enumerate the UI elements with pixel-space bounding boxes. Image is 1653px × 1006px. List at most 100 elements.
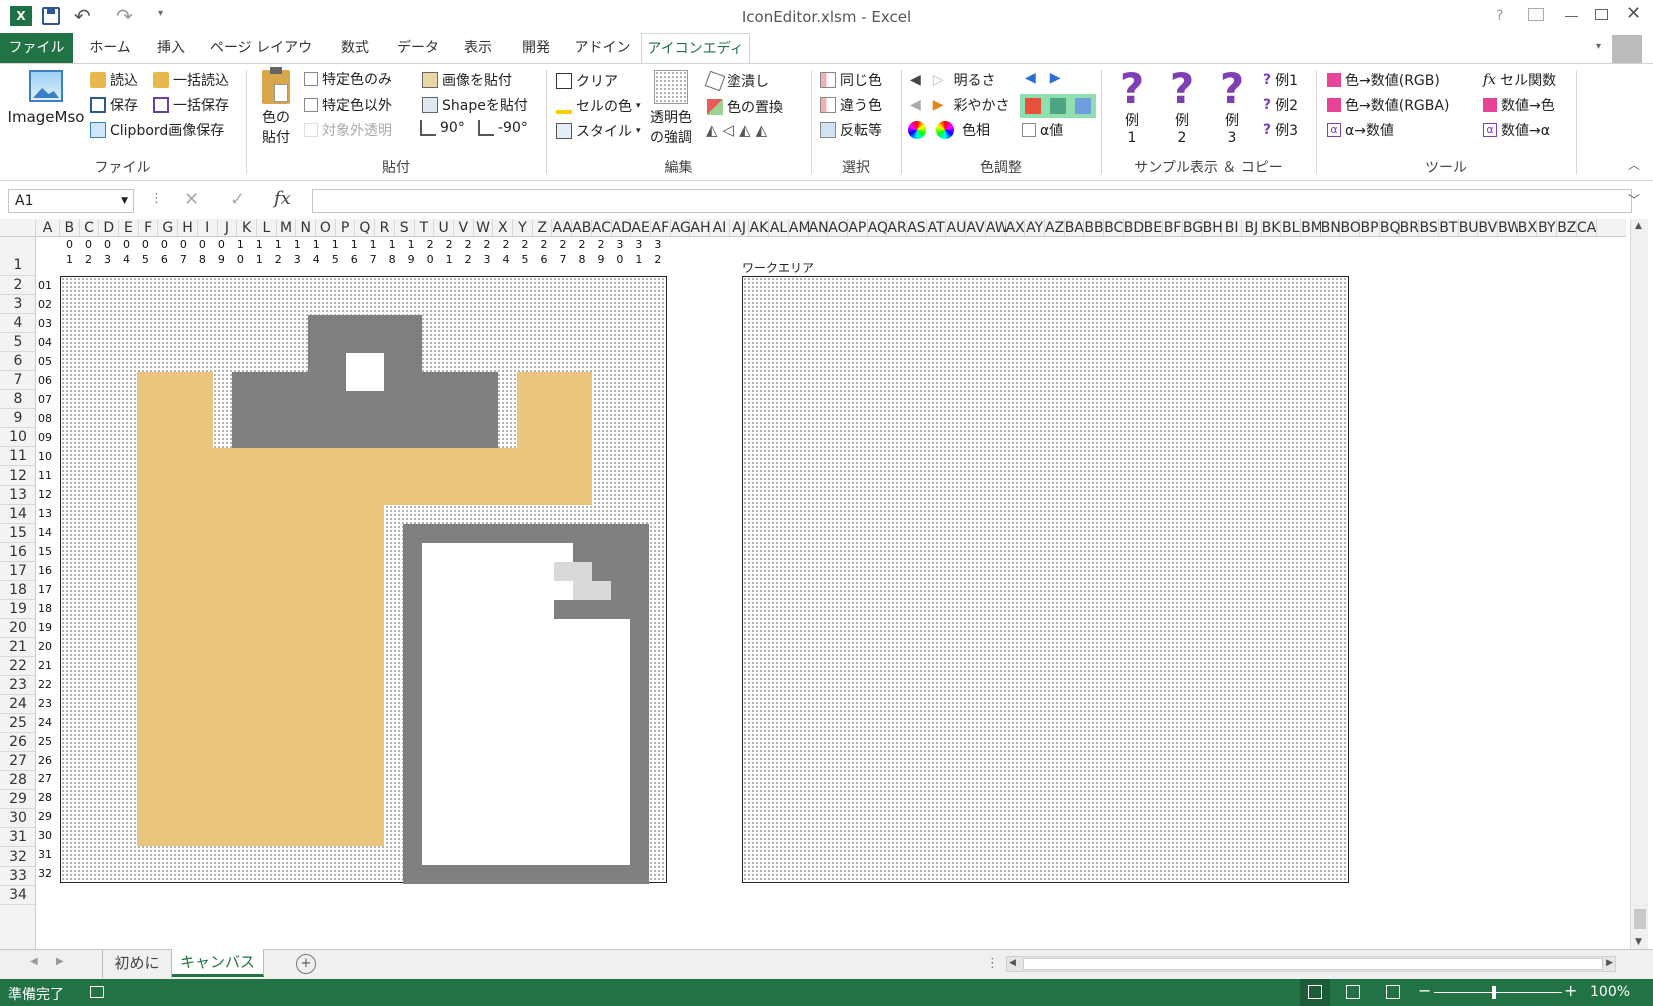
column-header[interactable]: L [257,219,277,236]
example-1-button[interactable]: ? 例1 [1263,70,1298,90]
row-header[interactable]: 29 [0,790,35,810]
column-header[interactable]: J [217,219,238,236]
column-header[interactable]: Y [513,219,533,236]
column-header[interactable]: BG [1182,219,1203,236]
row-header[interactable]: 25 [0,714,35,734]
select-same-color-button[interactable]: 同じ色 [820,70,882,90]
column-header[interactable]: Z [532,219,553,236]
column-header[interactable]: BC [1104,219,1124,236]
column-header[interactable]: BQ [1379,219,1401,236]
red-swatch[interactable] [1024,98,1041,114]
brightness-control[interactable]: ◀ ▷ 明るさ [910,70,996,90]
zoom-in-icon[interactable]: + [1564,981,1577,1000]
page-break-view-icon[interactable] [1386,985,1400,999]
column-header[interactable]: AQ [867,219,888,236]
imagemso-button[interactable]: ImageMso [6,70,86,140]
add-sheet-icon[interactable]: + [296,954,316,974]
example-2-button[interactable]: ? 例2 [1263,95,1298,115]
column-header[interactable]: AY [1025,219,1045,236]
page-layout-view-icon[interactable] [1346,985,1360,999]
column-header[interactable]: W [473,219,494,236]
tab-page-layout[interactable]: ページ レイアウト [205,33,317,86]
column-header[interactable]: AP [848,219,868,236]
column-header[interactable]: AS [907,219,927,236]
row-header[interactable]: 20 [0,618,35,638]
row-header[interactable]: 30 [0,809,35,829]
column-header[interactable]: BJ [1242,219,1262,236]
hue-control[interactable]: 色相 [908,120,990,140]
column-header[interactable]: AD [611,219,632,236]
cell-function-button[interactable]: fx セル関数 [1483,70,1556,90]
column-header[interactable]: H [178,219,198,236]
sample-1-button[interactable]: ? 例 1 [1112,68,1152,147]
flip-left-icon[interactable]: ◁ [723,121,740,139]
rgb-swatches[interactable] [1020,94,1096,118]
column-header[interactable]: BF [1163,219,1183,236]
insert-function-icon[interactable]: fx [274,188,291,209]
column-header[interactable]: BP [1360,219,1380,236]
column-header[interactable]: G [158,219,179,236]
number-to-alpha-button[interactable]: α 数値→α [1483,120,1550,140]
saturation-control[interactable]: ◀ ▶ 彩やかさ [910,95,1010,115]
column-header[interactable]: S [394,219,415,236]
color-paste-button[interactable]: 色の 貼付 [254,67,298,147]
skew-left-icon[interactable]: ◭ [756,121,773,139]
color-to-rgb-button[interactable]: 色→数値(RGB) [1327,70,1440,90]
column-header[interactable]: BH [1202,219,1223,236]
column-header[interactable]: AT [926,219,947,236]
example-3-button[interactable]: ? 例3 [1263,120,1298,140]
column-header[interactable]: AK [749,219,770,236]
column-header[interactable]: AX [1005,219,1026,236]
row-header[interactable]: 32 [0,847,35,867]
row-header[interactable]: 1 [0,237,35,276]
column-header[interactable]: BB [1084,219,1105,236]
paste-shape-button[interactable]: Shapeを貼付 [422,95,528,115]
cells-area[interactable]: 0102030405060708091011121314151617181920… [36,237,1626,949]
number-to-color-button[interactable]: 数値→色 [1483,95,1555,115]
tab-developer[interactable]: 開発 [508,33,564,63]
chevron-down-icon[interactable]: ▼ [121,190,128,212]
row-header[interactable]: 3 [0,295,35,315]
column-header[interactable]: AE [631,219,651,236]
transparent-emphasis-button[interactable]: 透明色 の強調 [646,70,696,147]
row-header[interactable]: 10 [0,428,35,448]
work-area-canvas[interactable] [742,276,1350,884]
column-header[interactable]: BY [1537,219,1558,236]
column-header[interactable]: BE [1143,219,1164,236]
column-header[interactable]: X [493,219,514,236]
sheet-scroll-left-icon[interactable]: ◀ [30,956,38,967]
row-header[interactable]: 12 [0,466,35,486]
hscroll-right-icon[interactable]: ▶ [1606,958,1613,968]
column-header[interactable]: AZ [1045,219,1065,236]
select-all-corner[interactable] [0,219,36,237]
tab-insert[interactable]: 挿入 [145,33,197,63]
row-header[interactable]: 5 [0,333,35,353]
row-header[interactable]: 19 [0,599,35,619]
column-header[interactable]: I [197,219,218,236]
column-header[interactable]: BS [1419,219,1439,236]
ribbon-display-icon[interactable] [1528,8,1544,21]
scroll-thumb[interactable] [1634,909,1646,929]
column-header[interactable]: BI [1222,219,1242,236]
row-header[interactable]: 8 [0,390,35,410]
column-header[interactable]: AJ [729,219,750,236]
skew-right-icon[interactable]: ◭ [739,121,756,139]
enter-icon[interactable]: ✓ [230,189,245,210]
account-menu-icon[interactable]: ▾ [1596,41,1601,52]
macro-record-icon[interactable] [90,986,104,998]
column-header[interactable]: AB [572,219,592,236]
column-header[interactable]: AI [710,219,730,236]
hue-wheel-icon[interactable] [908,121,926,139]
row-header[interactable]: 11 [0,447,35,467]
tab-home[interactable]: ホーム [78,33,142,63]
load-button[interactable]: 読込 [90,70,138,90]
row-header[interactable]: 21 [0,637,35,657]
minimize-icon[interactable] [1565,16,1578,17]
column-header[interactable]: U [434,219,454,236]
column-header[interactable]: AR [887,219,908,236]
row-header[interactable]: 26 [0,733,35,753]
specific-color-only-checkbox[interactable]: 特定色のみ [304,69,392,89]
arrow-left-icon[interactable]: ◀ [910,97,921,113]
sample-2-button[interactable]: ? 例 2 [1162,68,1202,147]
column-header[interactable]: BU [1458,219,1479,236]
